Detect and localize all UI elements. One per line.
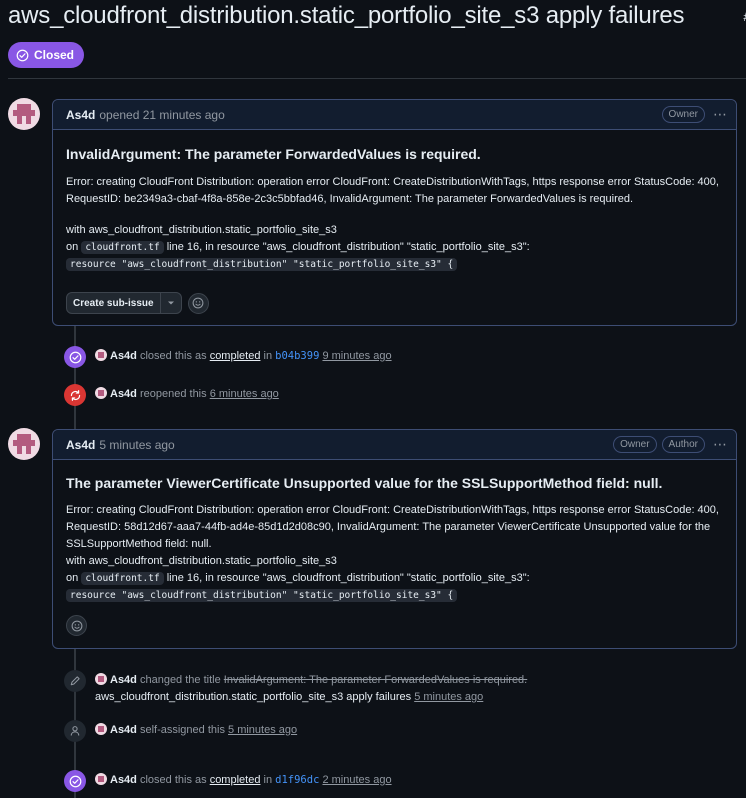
reopened-event: As4d reopened this 6 minutes ago: [64, 384, 279, 406]
with-line: with aws_cloudfront_distribution.static_…: [66, 555, 337, 567]
assigned-event: As4d self-assigned this 5 minutes ago: [64, 720, 297, 742]
add-reaction-button[interactable]: [187, 292, 209, 314]
avatar[interactable]: [8, 98, 40, 130]
issue-title: aws_cloudfront_distribution.static_portf…: [8, 2, 685, 29]
error-text: Error: creating CloudFront Distribution:…: [66, 504, 719, 550]
actor-avatar[interactable]: [95, 773, 107, 785]
smiley-icon: [192, 297, 204, 309]
renamed-event: As4d changed the title InvalidArgument: …: [64, 670, 735, 706]
smiley-icon: [71, 620, 82, 631]
add-reaction-button[interactable]: [66, 615, 87, 636]
file-code: cloudfront.tf: [81, 572, 164, 585]
title-divider: [8, 78, 746, 79]
comment: As4d 5 minutes ago Owner Author ⋯ The pa…: [52, 429, 737, 649]
closed-event: As4d closed this as completed in b04b399…: [64, 346, 392, 368]
event-actor[interactable]: As4d: [110, 724, 137, 736]
owner-label: Owner: [613, 436, 657, 453]
comment-author[interactable]: As4d: [66, 108, 95, 122]
author-label: Author: [661, 436, 705, 453]
sub-issue-dropdown-button[interactable]: [159, 293, 181, 313]
kebab-menu-icon[interactable]: ⋯: [713, 106, 728, 123]
on-line: on cloudfront.tf line 16, in resource "a…: [66, 241, 530, 254]
close-reason-link[interactable]: completed: [210, 774, 261, 786]
actor-avatar[interactable]: [95, 673, 107, 685]
event-timestamp[interactable]: 5 minutes ago: [228, 724, 297, 736]
old-title: InvalidArgument: The parameter Forwarded…: [223, 674, 528, 686]
event-actor[interactable]: As4d: [110, 674, 137, 686]
with-line: with aws_cloudfront_distribution.static_…: [66, 224, 337, 236]
comment-timestamp[interactable]: 5 minutes ago: [99, 438, 174, 452]
error-text: Error: creating CloudFront Distribution:…: [66, 176, 719, 205]
actor-avatar[interactable]: [95, 349, 107, 361]
closed-event-badge: [64, 346, 86, 368]
issue-body-comment: As4d opened 21 minutes ago Owner ⋯ Inval…: [52, 99, 737, 326]
create-sub-issue-button-group: Create sub-issue: [66, 292, 182, 314]
commit-link[interactable]: b04b399: [275, 350, 319, 362]
commit-link[interactable]: d1f96dc: [275, 774, 319, 786]
comment-heading: InvalidArgument: The parameter Forwarded…: [66, 146, 481, 162]
kebab-menu-icon[interactable]: ⋯: [713, 436, 728, 453]
check-circle-icon: [69, 775, 81, 787]
actor-avatar[interactable]: [95, 387, 107, 399]
new-title: aws_cloudfront_distribution.static_portf…: [95, 691, 412, 703]
actor-avatar[interactable]: [95, 723, 107, 735]
issue-state-label: Closed: [34, 48, 75, 62]
file-code: cloudfront.tf: [81, 241, 164, 254]
event-timestamp[interactable]: 2 minutes ago: [322, 774, 391, 786]
comment-header: As4d opened 21 minutes ago Owner ⋯: [53, 100, 736, 130]
create-sub-issue-button[interactable]: Create sub-issue: [67, 293, 160, 313]
event-timestamp[interactable]: 9 minutes ago: [322, 350, 391, 362]
comment-author[interactable]: As4d: [66, 438, 95, 452]
event-timestamp[interactable]: 5 minutes ago: [414, 691, 483, 703]
avatar[interactable]: [8, 428, 40, 460]
comment-header: As4d 5 minutes ago Owner Author ⋯: [53, 430, 736, 460]
closed-event: As4d closed this as completed in d1f96dc…: [64, 770, 392, 792]
person-icon: [70, 726, 80, 736]
event-actor[interactable]: As4d: [110, 388, 137, 400]
event-actor[interactable]: As4d: [110, 350, 137, 362]
closed-event-badge: [64, 770, 86, 792]
resource-code: resource "aws_cloudfront_distribution" "…: [66, 589, 458, 602]
on-line: on cloudfront.tf line 16, in resource "a…: [66, 572, 530, 585]
event-actor[interactable]: As4d: [110, 774, 137, 786]
owner-label: Owner: [661, 106, 705, 123]
pencil-icon: [70, 676, 80, 686]
close-reason-link[interactable]: completed: [210, 350, 261, 362]
event-timestamp[interactable]: 6 minutes ago: [210, 388, 279, 400]
issue-state-badge: Closed: [8, 42, 85, 68]
renamed-event-badge: [64, 670, 86, 692]
chevron-down-icon: [167, 301, 174, 305]
reopened-event-badge: [64, 384, 86, 406]
comment-timestamp[interactable]: opened 21 minutes ago: [99, 108, 224, 122]
check-circle-icon: [69, 351, 81, 363]
check-circle-icon: [16, 49, 29, 61]
assigned-event-badge: [64, 720, 86, 742]
comment-heading: The parameter ViewerCertificate Unsuppor…: [66, 475, 663, 491]
resource-code: resource "aws_cloudfront_distribution" "…: [66, 258, 458, 271]
sync-icon: [70, 389, 80, 401]
